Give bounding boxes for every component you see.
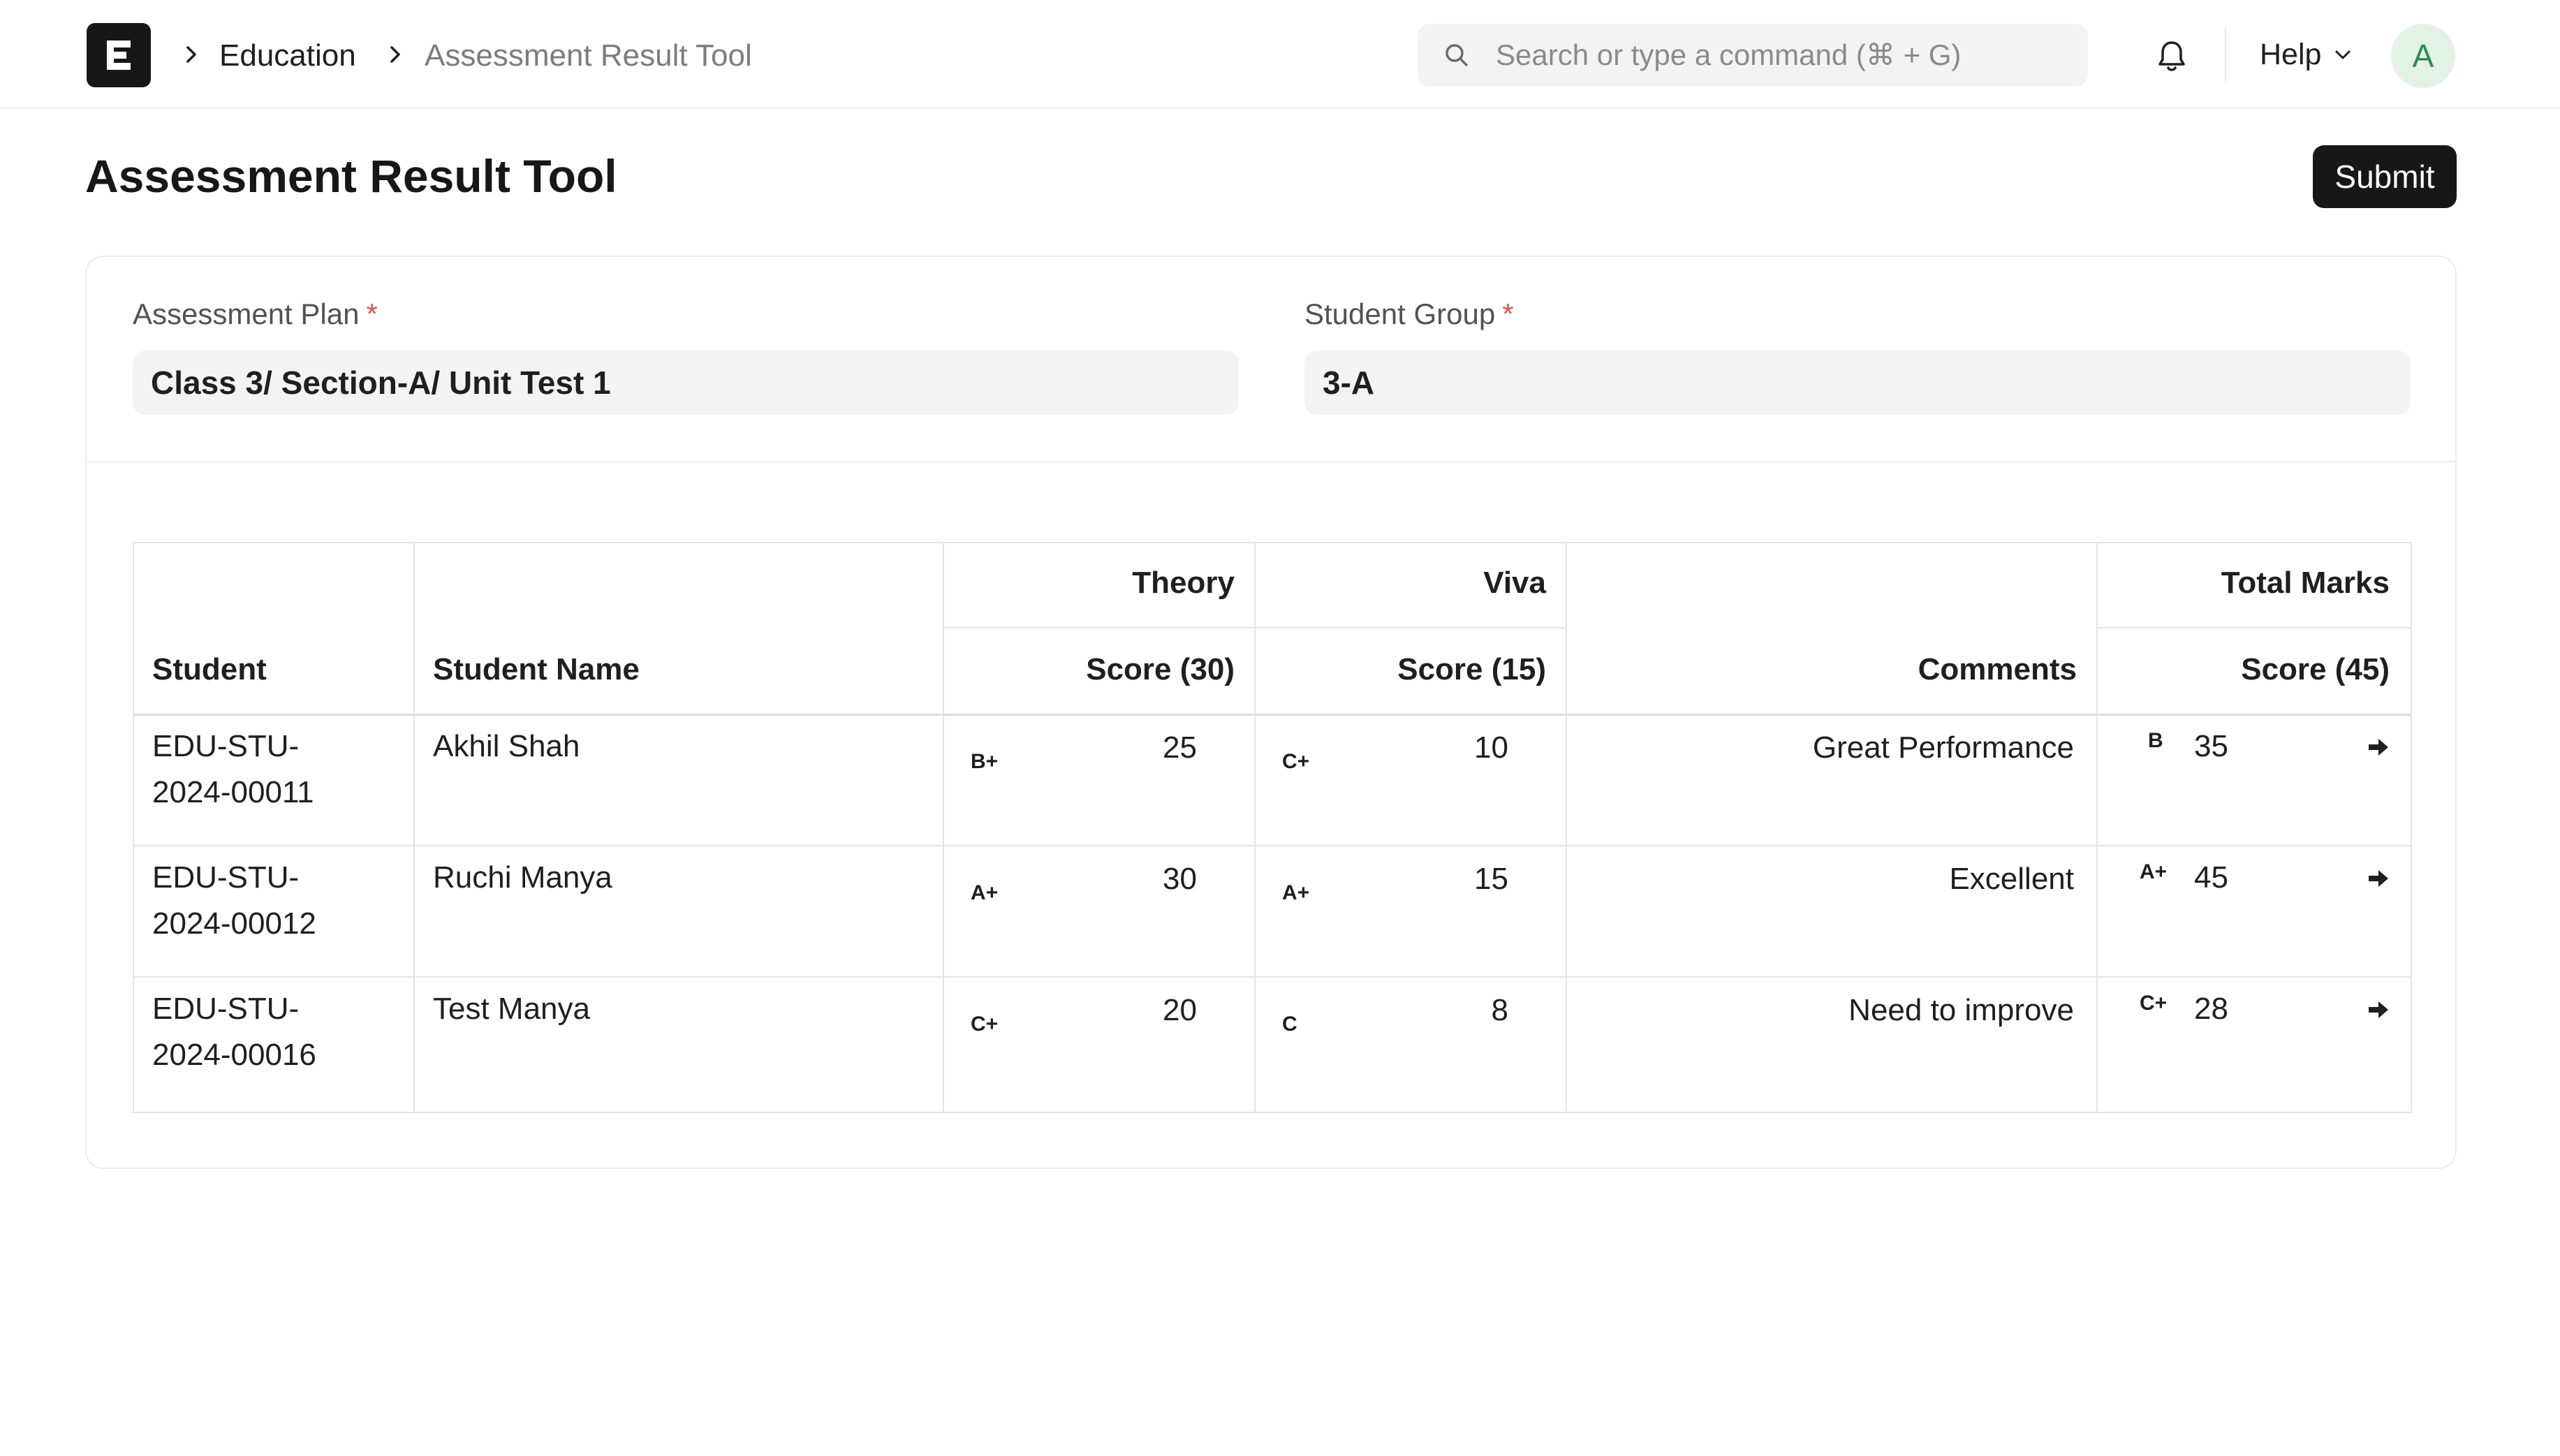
column-header-theory-score: Score (30): [1086, 652, 1235, 686]
help-label: Help: [2260, 37, 2322, 71]
total-grade: C+: [2140, 992, 2168, 1015]
required-mark: *: [366, 297, 378, 330]
column-header-comments: Comments: [1918, 652, 2077, 686]
student-group-label: Student Group *: [1304, 297, 1514, 330]
assessment-plan-label: Assessment Plan *: [133, 297, 378, 330]
column-header-viva-score: Score (15): [1397, 652, 1546, 686]
student-id-line1: EDU-STU-: [152, 729, 300, 763]
viva-score[interactable]: 8: [1353, 987, 1508, 1034]
viva-score[interactable]: 10: [1353, 725, 1508, 771]
viva-score[interactable]: 15: [1353, 856, 1508, 902]
column-header-viva: Viva: [1483, 566, 1546, 600]
assessment-plan-field[interactable]: Class 3/ Section-A/ Unit Test 1: [133, 351, 1239, 415]
comment[interactable]: Excellent: [1587, 856, 2074, 902]
user-avatar[interactable]: A: [2391, 24, 2455, 88]
arrow-right-icon[interactable]: [2364, 865, 2392, 892]
student-id-line1: EDU-STU-: [152, 992, 300, 1026]
student-id-line2: 2024-00012: [152, 906, 316, 941]
chevron-down-icon: [2335, 50, 2351, 59]
column-header-total-score: Score (45): [2241, 652, 2390, 686]
column-header-theory: Theory: [1132, 566, 1235, 600]
comment[interactable]: Great Performance: [1587, 725, 2074, 771]
theory-score[interactable]: 25: [1042, 725, 1197, 771]
theory-grade: A+: [971, 881, 999, 904]
chevron-right-icon: [390, 46, 400, 63]
student-name: Ruchi Manya: [433, 860, 612, 895]
navbar-divider: [2225, 28, 2226, 81]
total-grade: A+: [2140, 860, 2168, 883]
arrow-right-icon[interactable]: [2364, 996, 2392, 1024]
column-header-student-name: Student Name: [433, 652, 640, 686]
app-logo[interactable]: [87, 23, 151, 87]
section-divider: [87, 461, 2455, 462]
total-grade: B: [2148, 729, 2163, 752]
navbar: Education Assessment Result Tool Help A: [0, 0, 2560, 109]
assessment-result-table: Student Student Name Theory Score (30) V…: [133, 542, 2412, 1113]
chevron-right-icon: [186, 46, 196, 63]
column-header-student: Student: [152, 652, 267, 686]
viva-grade: C: [1282, 1013, 1297, 1036]
comment[interactable]: Need to improve: [1587, 987, 2074, 1034]
student-group-field[interactable]: 3-A: [1304, 351, 2411, 415]
theory-grade: C+: [971, 1013, 999, 1036]
viva-grade: C+: [1282, 750, 1310, 773]
total-score: 35: [2194, 729, 2228, 763]
student-name: Akhil Shah: [433, 729, 580, 763]
total-score: 45: [2194, 860, 2228, 895]
required-mark: *: [1502, 297, 1514, 330]
column-header-total-marks: Total Marks: [2221, 566, 2390, 600]
arrow-right-icon[interactable]: [2364, 733, 2392, 761]
bell-icon[interactable]: [2152, 36, 2191, 75]
search-bar[interactable]: [1418, 24, 2088, 87]
breadcrumb-education[interactable]: Education: [219, 36, 356, 75]
search-icon: [1445, 44, 1468, 66]
help-dropdown[interactable]: Help: [2260, 35, 2355, 74]
student-id-line2: 2024-00011: [152, 775, 314, 809]
breadcrumb-current[interactable]: Assessment Result Tool: [425, 36, 752, 75]
submit-button[interactable]: Submit: [2313, 145, 2457, 208]
viva-grade: A+: [1282, 881, 1310, 904]
page-title: Assessment Result Tool: [85, 150, 617, 202]
student-id-line1: EDU-STU-: [152, 860, 300, 895]
theory-score[interactable]: 30: [1042, 856, 1197, 902]
theory-grade: B+: [971, 750, 999, 773]
total-score: 28: [2194, 992, 2228, 1026]
search-input[interactable]: [1496, 24, 2068, 87]
form-card: Assessment Plan * Class 3/ Section-A/ Uni…: [85, 256, 2457, 1169]
student-name: Test Manya: [433, 992, 590, 1026]
student-id-line2: 2024-00016: [152, 1038, 316, 1072]
theory-score[interactable]: 20: [1042, 987, 1197, 1034]
